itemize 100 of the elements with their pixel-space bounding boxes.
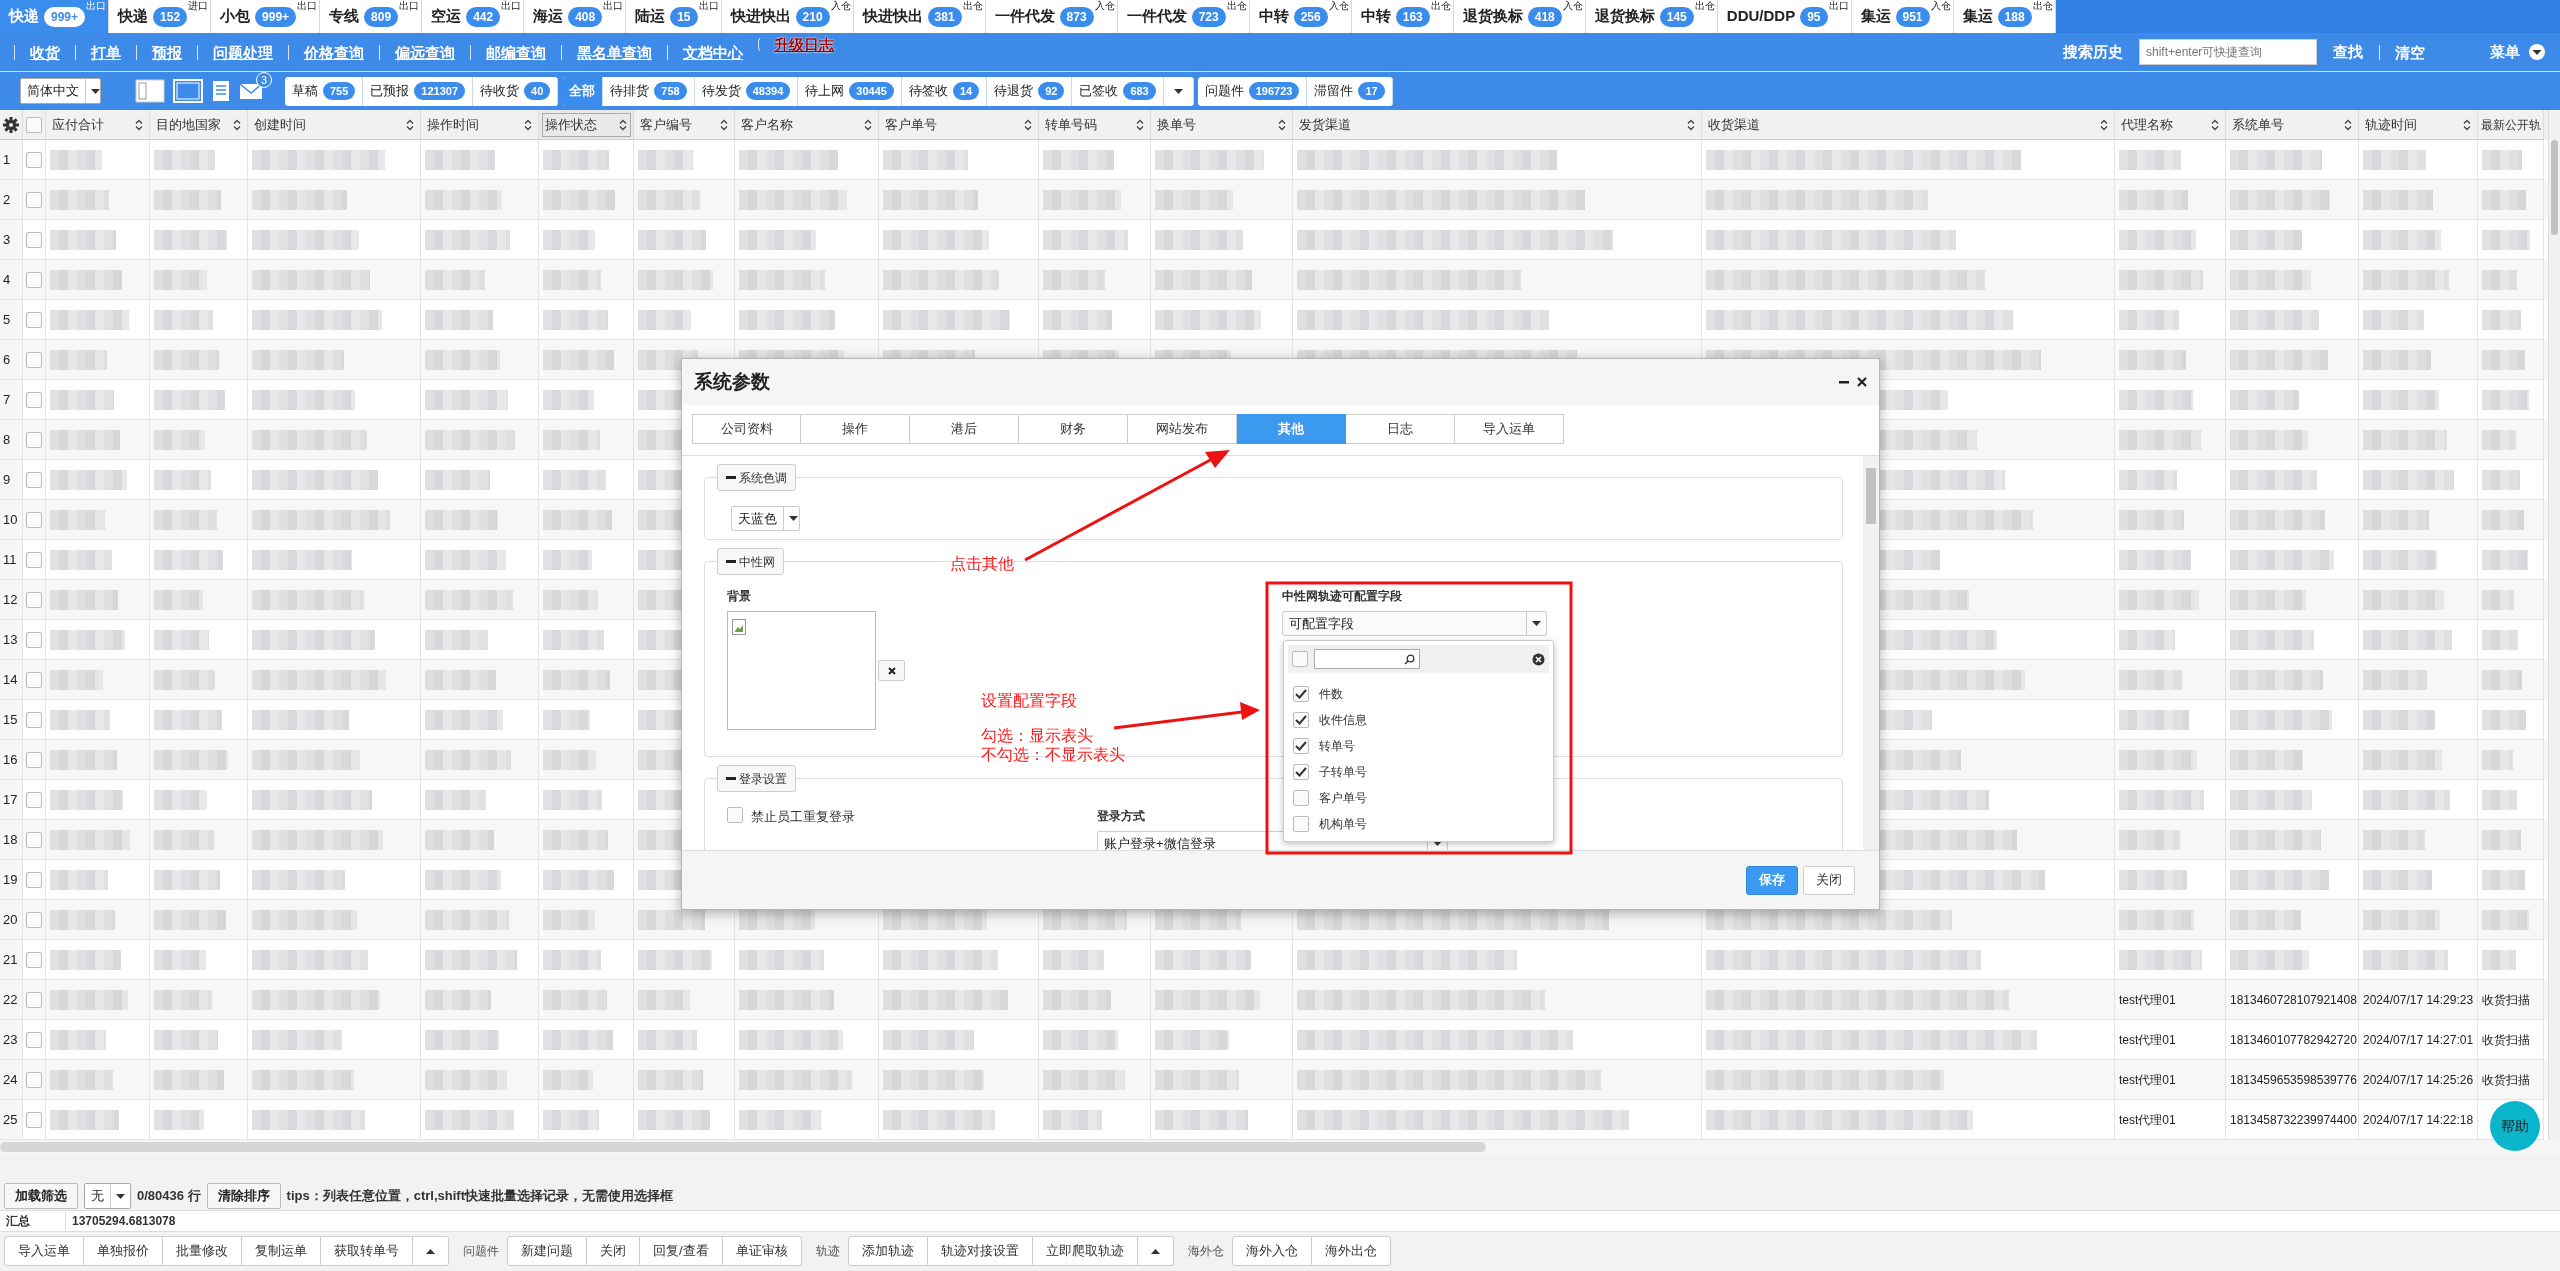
category-tab[interactable]: 小包 999+ 出口	[211, 0, 321, 33]
checkbox[interactable]	[1293, 712, 1309, 728]
dropdown-option[interactable]: 收件信息	[1288, 707, 1549, 733]
remove-image-button[interactable]	[878, 660, 905, 681]
menu-link[interactable]: 价格查询	[288, 44, 379, 60]
sidebar-layout-icon[interactable]	[135, 79, 165, 103]
dropdown-option[interactable]: 子转单号	[1288, 759, 1549, 785]
list-icon[interactable]	[211, 80, 231, 102]
caret-icon[interactable]	[1173, 88, 1183, 94]
status-filter[interactable]: 问题件 196723	[1197, 76, 1308, 106]
checkbox[interactable]	[26, 871, 42, 888]
dropdown-option[interactable]: 客户单号	[1288, 785, 1549, 811]
dialog-tab[interactable]: 港后	[910, 414, 1019, 444]
checkbox[interactable]	[26, 711, 42, 728]
column-header[interactable]: 最新公开轨	[2478, 110, 2544, 140]
category-tab[interactable]: 快递 152 进口	[109, 0, 212, 33]
column-header[interactable]: 客户编号	[634, 110, 735, 140]
sort-icon[interactable]	[524, 118, 532, 131]
checkbox[interactable]	[1293, 790, 1309, 806]
checkbox[interactable]	[26, 751, 42, 768]
color-select[interactable]: 天蓝色	[731, 506, 800, 531]
category-tab[interactable]: 海运 408 出口	[524, 0, 627, 33]
menu-link[interactable]: 文档中心	[667, 44, 758, 60]
menu-link[interactable]: 预报	[136, 44, 197, 60]
full-layout-icon[interactable]	[173, 79, 203, 103]
checkbox[interactable]	[26, 191, 42, 208]
clear-icon[interactable]	[1532, 652, 1545, 666]
column-header[interactable]: 客户单号	[879, 110, 1039, 140]
sort-icon[interactable]	[864, 118, 872, 131]
clear-link[interactable]: 清空	[2379, 44, 2440, 60]
settings-icon[interactable]	[3, 116, 19, 133]
sort-icon[interactable]	[2463, 118, 2471, 131]
menu-link[interactable]: 问题处理	[197, 44, 288, 60]
toolbar-button[interactable]: 海外入仓	[1231, 1236, 1312, 1266]
category-tab[interactable]: 快进快出 381 出仓	[853, 0, 986, 33]
checkbox[interactable]	[26, 351, 42, 368]
find-link[interactable]: 查找	[2333, 40, 2363, 64]
mail-icon[interactable]	[239, 82, 263, 100]
checkbox[interactable]	[727, 807, 743, 823]
toolbar-button[interactable]: 新建问题	[507, 1236, 587, 1266]
status-filter[interactable]: 草稿 755	[285, 76, 364, 106]
column-header[interactable]: 目的地国家	[150, 110, 248, 140]
sort-icon[interactable]	[619, 118, 627, 131]
menu-icon[interactable]	[2528, 43, 2546, 61]
menu-link[interactable]: 收货	[14, 44, 75, 60]
toolbar-button[interactable]: 单证审核	[722, 1236, 802, 1266]
load-filter-button[interactable]: 加载筛选	[4, 1183, 78, 1209]
dropdown-search-field[interactable]	[1314, 649, 1420, 669]
checkbox[interactable]	[26, 1031, 42, 1048]
category-tab[interactable]: 集运 188 出仓	[1953, 0, 2056, 33]
toolbar-button[interactable]: 复制运单	[242, 1236, 321, 1266]
checkbox[interactable]	[26, 271, 42, 288]
section-toggle[interactable]: 登录设置	[717, 765, 796, 792]
column-header[interactable]: 操作状态	[539, 110, 634, 140]
toolbar-button[interactable]: 海外出仓	[1311, 1236, 1391, 1266]
toolbar-button[interactable]: 批量修改	[163, 1236, 242, 1266]
menu-link[interactable]: 邮编查询	[470, 44, 561, 60]
toolbar-button[interactable]: 单独报价	[84, 1236, 163, 1266]
toolbar-button[interactable]: 添加轨迹	[847, 1236, 928, 1266]
expand-button[interactable]	[1137, 1236, 1174, 1266]
vertical-scrollbar[interactable]	[2548, 110, 2560, 1140]
sort-icon[interactable]	[2100, 118, 2108, 131]
dropdown-option[interactable]: 件数	[1288, 681, 1549, 707]
checkbox[interactable]	[1293, 686, 1309, 702]
sort-icon[interactable]	[720, 118, 728, 131]
checkbox[interactable]	[26, 951, 42, 968]
category-tab[interactable]: 快进快出 210 入仓	[721, 0, 854, 33]
category-tab[interactable]: 空运 442 出口	[422, 0, 525, 33]
close-icon[interactable]	[1857, 377, 1867, 387]
checkbox[interactable]	[1293, 738, 1309, 754]
toolbar-button[interactable]: 立即爬取轨迹	[1032, 1236, 1138, 1266]
checkbox[interactable]	[26, 116, 42, 133]
column-header[interactable]: 收货渠道	[1702, 110, 2115, 140]
search-history-link[interactable]: 搜索历史	[2063, 40, 2123, 64]
sort-icon[interactable]	[2211, 118, 2219, 131]
checkbox[interactable]	[1292, 651, 1308, 667]
category-tab[interactable]: 集运 951 入仓	[1851, 0, 1954, 33]
caret-icon[interactable]	[91, 88, 100, 94]
sort-icon[interactable]	[1136, 118, 1144, 131]
dialog-tab[interactable]: 网站发布	[1128, 414, 1237, 444]
menu-link[interactable]: 打单	[75, 44, 136, 60]
category-tab[interactable]: DDU/DDP 95 出口	[1717, 0, 1852, 33]
toolbar-button[interactable]: 轨迹对接设置	[927, 1236, 1033, 1266]
category-tab[interactable]: 退货换标 418 入仓	[1453, 0, 1586, 33]
category-tab[interactable]: 中转 163 出仓	[1351, 0, 1454, 33]
sort-icon[interactable]	[2344, 118, 2352, 131]
column-header[interactable]: 轨迹时间	[2359, 110, 2478, 140]
close-button[interactable]: 关闭	[1803, 865, 1855, 895]
checkbox[interactable]	[26, 911, 42, 928]
checkbox[interactable]	[1293, 764, 1309, 780]
fields-select[interactable]: 可配置字段	[1282, 611, 1547, 636]
caret-icon[interactable]	[789, 516, 798, 521]
toolbar-button[interactable]: 关闭	[587, 1236, 640, 1266]
category-tab[interactable]: 一件代发 723 出仓	[1117, 0, 1250, 33]
column-header[interactable]: 系统单号	[2226, 110, 2359, 140]
checkbox[interactable]	[26, 1071, 42, 1088]
checkbox[interactable]	[26, 671, 42, 688]
category-tab[interactable]: 陆运 15 出口	[626, 0, 722, 33]
checkbox[interactable]	[26, 1111, 42, 1128]
toolbar-button[interactable]: 回复/查看	[640, 1236, 723, 1266]
